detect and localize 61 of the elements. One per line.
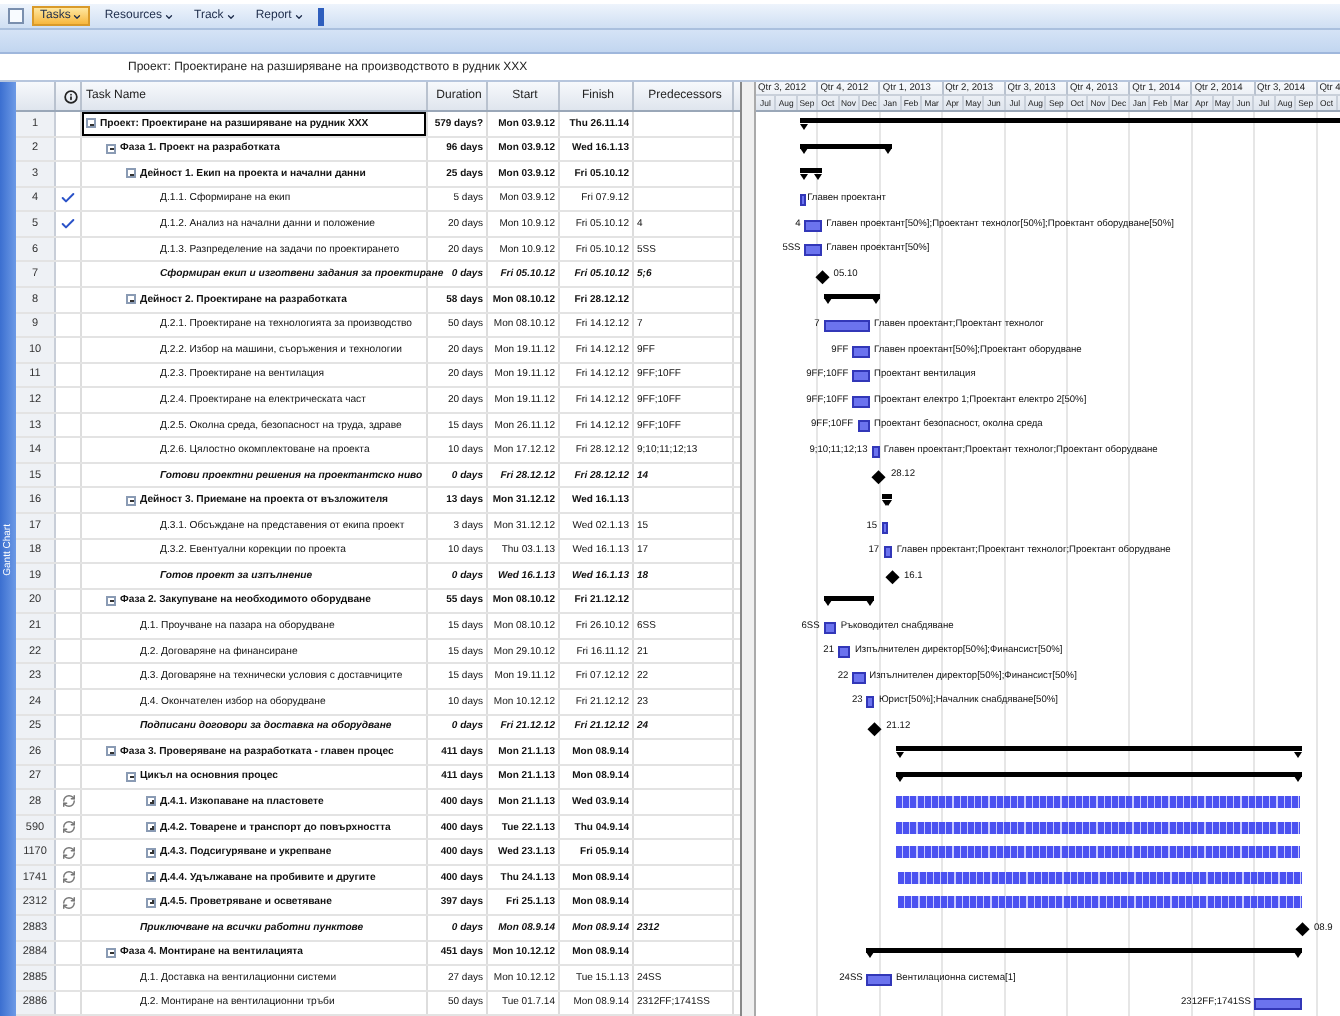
- milestone-icon[interactable]: [867, 721, 882, 735]
- recurring-task-bar[interactable]: [896, 846, 1301, 859]
- recurring-icon: [61, 820, 75, 835]
- caret-icon: [225, 11, 236, 21]
- milestone-icon[interactable]: [872, 469, 886, 484]
- collapse-icon[interactable]: [106, 746, 116, 757]
- task-bar[interactable]: [804, 219, 823, 232]
- summary-bar[interactable]: [895, 771, 1303, 784]
- task-bar[interactable]: [799, 194, 806, 207]
- task-bar[interactable]: [838, 646, 851, 659]
- collapse-icon[interactable]: [126, 294, 136, 305]
- recurring-task-bar[interactable]: [898, 896, 1303, 909]
- toolbar-grip-icon[interactable]: [317, 7, 324, 25]
- recurring-icon: [61, 845, 75, 860]
- expand-icon[interactable]: [146, 796, 156, 807]
- collapse-icon[interactable]: [86, 118, 96, 129]
- recurring-icon: [61, 895, 75, 910]
- task-bar[interactable]: [804, 244, 823, 257]
- milestone-icon[interactable]: [1295, 922, 1309, 936]
- task-bar[interactable]: [823, 320, 871, 332]
- app-icon[interactable]: [8, 8, 24, 24]
- summary-bar[interactable]: [823, 293, 880, 306]
- collapse-icon[interactable]: [106, 143, 116, 154]
- task-bar[interactable]: [883, 546, 893, 559]
- summary-bar[interactable]: [866, 947, 1303, 960]
- milestone-icon[interactable]: [884, 570, 899, 585]
- summary-bar[interactable]: [799, 143, 893, 156]
- task-bar[interactable]: [881, 521, 888, 533]
- caret-icon: [293, 11, 304, 21]
- collapse-icon[interactable]: [106, 947, 116, 958]
- recurring-task-bar[interactable]: [896, 821, 1300, 834]
- recurring-task-bar[interactable]: [897, 871, 1303, 884]
- task-bar[interactable]: [857, 420, 871, 433]
- info-icon: [63, 89, 77, 103]
- task-bar[interactable]: [852, 395, 871, 408]
- recurring-task-bar[interactable]: [895, 796, 1300, 809]
- expand-icon[interactable]: [146, 872, 156, 883]
- task-bar[interactable]: [823, 621, 837, 634]
- summary-bar[interactable]: [895, 746, 1303, 759]
- expand-icon[interactable]: [146, 897, 156, 908]
- task-bar[interactable]: [852, 345, 871, 358]
- caret-icon: [164, 11, 175, 21]
- task-bar[interactable]: [866, 696, 875, 709]
- summary-bar[interactable]: [823, 595, 875, 608]
- recurring-icon: [61, 794, 75, 809]
- task-bar[interactable]: [852, 671, 866, 684]
- recurring-icon: [61, 870, 75, 885]
- task-bar[interactable]: [1254, 998, 1303, 1011]
- collapse-icon[interactable]: [126, 495, 136, 506]
- summary-bar[interactable]: [881, 494, 893, 507]
- expand-icon[interactable]: [146, 847, 156, 858]
- task-bar[interactable]: [871, 445, 880, 458]
- summary-bar[interactable]: [799, 168, 823, 181]
- collapse-icon[interactable]: [126, 168, 136, 179]
- collapse-icon[interactable]: [106, 595, 116, 606]
- task-bar[interactable]: [852, 370, 871, 383]
- expand-icon[interactable]: [146, 822, 156, 833]
- task-bar[interactable]: [866, 973, 892, 986]
- collapse-icon[interactable]: [126, 771, 136, 782]
- milestone-icon[interactable]: [814, 268, 829, 283]
- caret-icon: [72, 11, 83, 21]
